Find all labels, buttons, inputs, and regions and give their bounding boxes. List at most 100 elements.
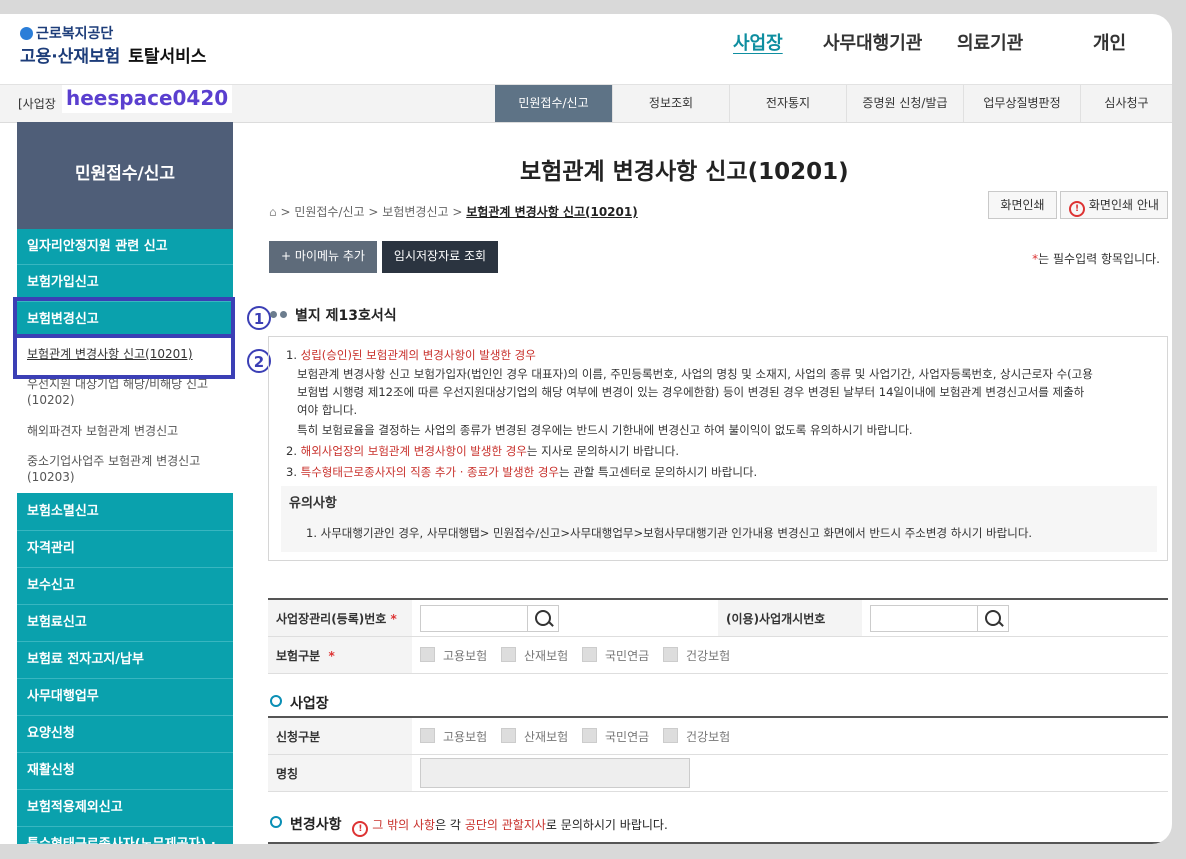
- topnav-business[interactable]: 사업장: [733, 29, 783, 55]
- bullet-icon: [270, 695, 282, 707]
- sidebar-item-premium-report[interactable]: 보험료신고: [17, 605, 233, 642]
- apply-type-checks: 고용보험 산재보험 국민연금 건강보험: [412, 717, 1168, 755]
- reg-no-input[interactable]: [420, 604, 528, 632]
- apply-type-label: 신청구분: [268, 717, 412, 755]
- global-nav-bar: [사업장 heespace0420 민원접수/신고 정보조회 전자통지 증명원 …: [0, 84, 1172, 123]
- notice-1-line-1: 보험관계 변경사항 신고 보험가입자(법인인 경우 대표자)의 이름, 주민등록…: [297, 367, 1093, 381]
- reg-no-label: 사업장관리(등록)번호 *: [268, 599, 412, 637]
- ins-type-checks: 고용보험 산재보험 국민연금 건강보험: [412, 636, 1168, 674]
- business-form: 신청구분 고용보험 산재보험 국민연금 건강보험 명칭: [268, 716, 1168, 792]
- notice-3-head: 특수형태근로종사자의 직종 추가 · 종료가 발생한 경우: [300, 465, 559, 479]
- sidebar-item-ins-extinction[interactable]: 보험소멸신고: [17, 493, 233, 531]
- tab-civil-complaint[interactable]: 민원접수/신고: [495, 85, 612, 122]
- highlight-box-2: [13, 334, 235, 379]
- start-no-label: (이용)사업개시번호: [718, 599, 862, 637]
- section-change: 변경사항 ! 그 밖의 사항은 각 공단의 관할지사로 문의하시기 바랍니다.: [270, 814, 668, 837]
- highlight-box-1: [13, 297, 235, 338]
- org-name: 근로복지공단: [36, 26, 114, 42]
- checkbox-pension[interactable]: [582, 727, 597, 743]
- topnav-personal[interactable]: 개인: [1093, 29, 1126, 55]
- sidebar-subitem-sme-owner[interactable]: 중소기업사업주 보험관계 변경신고 (10203): [17, 453, 233, 485]
- logo-mark-icon: [20, 27, 33, 40]
- change-note: ! 그 밖의 사항은 각 공단의 관할지사로 문의하시기 바랍니다.: [352, 818, 668, 837]
- page-frame: 근로복지공단 고용·산재보험 토탈서비스 사업장 사무대행기관 의료기관 개인 …: [0, 14, 1172, 844]
- breadcrumb: ⌂ > 민원접수/신고 > 보험변경신고 > 보험관계 변경사항 신고(1020…: [269, 205, 638, 219]
- notice-3-tail: 는 관할 특고센터로 문의하시기 바랍니다.: [559, 465, 758, 479]
- topnav-agency[interactable]: 사무대행기관: [823, 29, 922, 55]
- notice-box: 1. 성립(승인)된 보험관계의 변경사항이 발생한 경우 보험관계 변경사항 …: [268, 336, 1168, 561]
- ins-type-label: 보험구분 *: [268, 636, 412, 674]
- tab-disease-judgment[interactable]: 업무상질병판정: [963, 85, 1080, 122]
- business-name-field: [420, 758, 690, 788]
- name-label: 명칭: [268, 754, 412, 792]
- org-logo[interactable]: 근로복지공단: [20, 23, 113, 43]
- tab-certificate[interactable]: 증명원 신청/발급: [846, 85, 963, 122]
- caution-title: 유의사항: [289, 496, 337, 511]
- marker-1: 1: [247, 306, 271, 330]
- checkbox-health[interactable]: [663, 646, 678, 662]
- alert-icon: !: [1069, 201, 1086, 217]
- checkbox-employment[interactable]: [420, 646, 435, 662]
- service-name-sub: 토탈서비스: [128, 47, 207, 67]
- notice-2-tail: 는 지사로 문의하시기 바랍니다.: [526, 444, 680, 458]
- bullet-icon: [270, 311, 277, 318]
- search-icon[interactable]: [528, 604, 559, 632]
- print-button[interactable]: 화면인쇄: [988, 191, 1057, 219]
- sidebar-item-exclusion[interactable]: 보험적용제외신고: [17, 790, 233, 827]
- sidebar-item-qualification[interactable]: 자격관리: [17, 531, 233, 568]
- breadcrumb-current: 보험관계 변경사항 신고(10201): [466, 205, 638, 219]
- watermark: heespace0420: [62, 85, 233, 113]
- notice-num: 3.: [286, 465, 297, 479]
- tab-info-lookup[interactable]: 정보조회: [612, 85, 729, 122]
- sidebar-item-medical-care[interactable]: 요양신청: [17, 716, 233, 753]
- search-icon[interactable]: [978, 604, 1009, 632]
- print-guide-label: 화면인쇄 안내: [1088, 198, 1159, 212]
- service-name-main: 고용·산재보험: [20, 47, 121, 67]
- home-icon[interactable]: ⌂: [269, 205, 277, 219]
- table-top-border: [268, 842, 1168, 844]
- required-note: *는 필수입력 항목입니다.: [1032, 250, 1160, 267]
- sidebar-item-wage-report[interactable]: 보수신고: [17, 568, 233, 605]
- add-mymenu-button[interactable]: + 마이메뉴 추가: [269, 241, 377, 273]
- notice-1-line-2: 보험법 시행령 제12조에 따른 우선지원대상기업의 해당 여부에 변경이 있는…: [297, 385, 1085, 399]
- section-business: 사업장: [270, 693, 329, 713]
- service-logo[interactable]: 고용·산재보험 토탈서비스: [20, 42, 206, 67]
- checkbox-employment[interactable]: [420, 727, 435, 743]
- sidebar-item-special-workers[interactable]: 특수형태근로종사자(노무제공자) ·: [17, 827, 233, 844]
- tab-appeal[interactable]: 심사청구: [1080, 85, 1172, 122]
- alert-icon: !: [352, 821, 369, 837]
- tab-e-notice[interactable]: 전자통지: [729, 85, 846, 122]
- notice-1-line-4: 특히 보험료율을 결정하는 사업의 종류가 변경된 경우에는 반드시 기한내에 …: [297, 423, 913, 437]
- breadcrumb-item-1[interactable]: 민원접수/신고: [294, 205, 364, 219]
- sidebar-item-job-stability[interactable]: 일자리안정지원 관련 신고: [17, 229, 233, 265]
- print-guide-button[interactable]: ! 화면인쇄 안내: [1060, 191, 1168, 219]
- bullet-icon: [270, 816, 282, 828]
- form-title: 별지 제13호서식: [270, 305, 397, 325]
- form-title-text: 별지 제13호서식: [295, 308, 397, 324]
- bullet-icon: [280, 311, 287, 318]
- required-note-text: 는 필수입력 항목입니다.: [1038, 252, 1160, 266]
- checkbox-pension[interactable]: [582, 646, 597, 662]
- sidebar-title: 민원접수/신고: [17, 122, 233, 229]
- user-label: [사업장: [18, 97, 56, 111]
- caution-box: 유의사항 1. 사무대행기관인 경우, 사무대행탭> 민원접수/신고>사무대행업…: [281, 486, 1157, 552]
- sidebar-item-agency-work[interactable]: 사무대행업무: [17, 679, 233, 716]
- sidebar-item-rehab[interactable]: 재활신청: [17, 753, 233, 790]
- temp-saved-button[interactable]: 임시저장자료 조회: [382, 241, 498, 273]
- checkbox-industrial[interactable]: [501, 646, 516, 662]
- notice-1-head: 성립(승인)된 보험관계의 변경사항이 발생한 경우: [300, 348, 536, 362]
- notice-num: 1.: [286, 348, 297, 362]
- start-no-input[interactable]: [870, 604, 978, 632]
- breadcrumb-item-2[interactable]: 보험변경신고: [382, 205, 448, 219]
- caution-text: 1. 사무대행기관인 경우, 사무대행탭> 민원접수/신고>사무대행업무>보험사…: [306, 526, 1033, 540]
- topnav-medical[interactable]: 의료기관: [957, 29, 1023, 55]
- sidebar-item-e-billing[interactable]: 보험료 전자고지/납부: [17, 642, 233, 679]
- notice-num: 2.: [286, 444, 297, 458]
- sidebar-subitem-overseas-dispatch[interactable]: 해외파견자 보험관계 변경신고: [17, 423, 233, 439]
- business-id-form: 사업장관리(등록)번호 * (이용)사업개시번호 보험구분 * 고용보험 산재보…: [268, 598, 1168, 674]
- page-title: 보험관계 변경사항 신고(10201): [520, 159, 849, 185]
- checkbox-industrial[interactable]: [501, 727, 516, 743]
- notice-1-line-3: 여야 합니다.: [297, 403, 358, 417]
- sidebar-subitem-priority-support[interactable]: 우선지원 대상기업 해당/비해당 신고 (10202): [17, 376, 233, 408]
- checkbox-health[interactable]: [663, 727, 678, 743]
